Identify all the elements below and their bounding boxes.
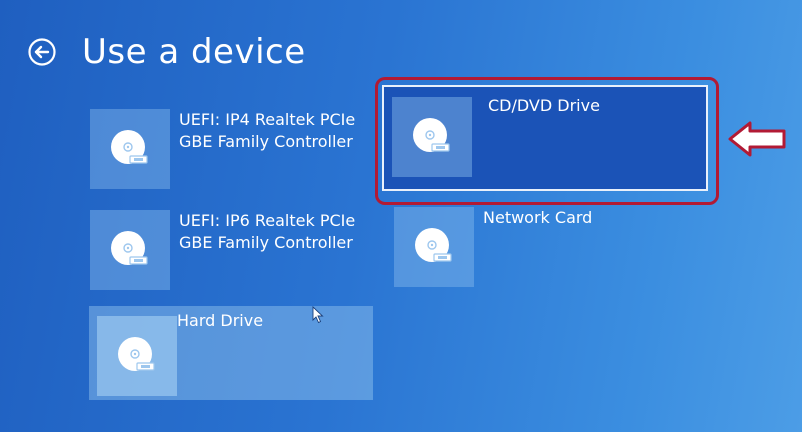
page-title: Use a device (82, 32, 306, 72)
device-tile-uefi-ip6[interactable]: UEFI: IP6 Realtek PCIe GBE Family Contro… (90, 210, 360, 292)
device-label: Hard Drive (177, 311, 264, 330)
device-label: CD/DVD Drive (488, 96, 600, 115)
disc-drive-icon (413, 118, 450, 152)
device-tile-network-card[interactable]: Network Card (394, 207, 654, 289)
device-tile-hard-drive[interactable]: Hard Drive (89, 306, 373, 400)
device-thumbnail (90, 210, 170, 290)
device-thumbnail (394, 207, 474, 287)
device-label: UEFI: IP6 Realtek PCIe GBE Family Contro… (179, 211, 356, 252)
mouse-cursor-icon (312, 306, 324, 324)
left-arrow-icon (728, 121, 786, 157)
header: Use a device (27, 28, 306, 76)
disc-drive-icon (111, 231, 148, 265)
disc-drive-icon (118, 337, 155, 371)
back-button[interactable] (27, 37, 57, 67)
disc-drive-icon (415, 228, 452, 262)
back-arrow-icon (28, 38, 56, 66)
device-tile-uefi-ip4[interactable]: UEFI: IP4 Realtek PCIe GBE Family Contro… (90, 109, 360, 191)
device-thumbnail (392, 97, 472, 177)
device-label: UEFI: IP4 Realtek PCIe GBE Family Contro… (179, 110, 356, 151)
disc-drive-icon (111, 130, 148, 164)
device-tile-cd-dvd-drive[interactable]: CD/DVD Drive (382, 85, 708, 191)
device-thumbnail (90, 109, 170, 189)
device-label: Network Card (483, 208, 593, 227)
device-thumbnail (97, 316, 177, 396)
